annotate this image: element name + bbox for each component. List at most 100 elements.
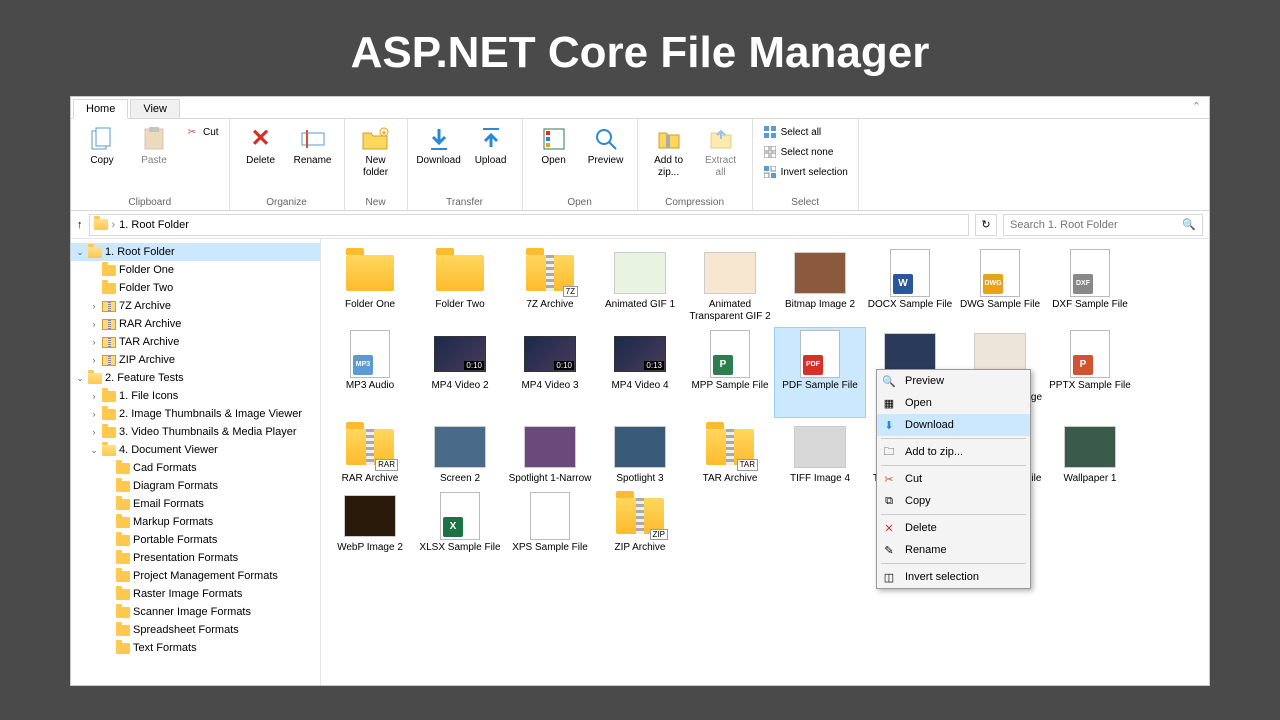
ctx-delete[interactable]: ✕Delete [877, 517, 1030, 539]
collapse-ribbon-icon[interactable]: ⌃ [1192, 100, 1201, 113]
tree-node[interactable]: Text Formats [71, 639, 320, 657]
cut-button[interactable]: ✂ Cut [181, 123, 223, 141]
ctx-cut[interactable]: ✂Cut [877, 468, 1030, 490]
expand-icon[interactable]: ⌄ [89, 445, 99, 456]
file-name: Folder Two [435, 299, 484, 311]
file-item[interactable]: 7Z7Z Archive [505, 247, 595, 324]
file-grid: Folder OneFolder Two7Z7Z ArchiveAnimated… [321, 239, 1209, 685]
tree-node[interactable]: Email Formats [71, 495, 320, 513]
tree-node[interactable]: Raster Image Formats [71, 585, 320, 603]
file-item[interactable]: MP3MP3 Audio [325, 328, 415, 417]
tree-node[interactable]: Markup Formats [71, 513, 320, 531]
file-item[interactable]: TIFF Image 4 [775, 421, 865, 487]
tree-node[interactable]: ›ZIP Archive [71, 351, 320, 369]
expand-icon[interactable]: › [89, 427, 99, 437]
expand-icon[interactable]: › [89, 337, 99, 347]
select-none-button[interactable]: Select none [759, 143, 852, 161]
tree-node[interactable]: ⌄4. Document Viewer [71, 441, 320, 459]
ctx-copy[interactable]: ⧉Copy [877, 490, 1030, 512]
tree-node[interactable]: Presentation Formats [71, 549, 320, 567]
tree-label: Text Formats [133, 642, 197, 654]
file-item[interactable]: Animated GIF 1 [595, 247, 685, 324]
tree-node[interactable]: ⌄1. Root Folder [71, 243, 320, 261]
tree-node[interactable]: Portable Formats [71, 531, 320, 549]
file-item[interactable]: Spotlight 1-Narrow [505, 421, 595, 487]
tree-node[interactable]: Scanner Image Formats [71, 603, 320, 621]
file-item[interactable]: Folder One [325, 247, 415, 324]
folder-icon [88, 373, 102, 384]
ctx-preview[interactable]: 🔍Preview [877, 370, 1030, 392]
file-item[interactable]: PDFPDF Sample File [775, 328, 865, 417]
upload-button[interactable]: Upload [466, 123, 516, 169]
rename-button[interactable]: Rename [288, 123, 338, 169]
expand-icon[interactable]: ⌄ [75, 373, 85, 384]
ctx-open[interactable]: ▦Open [877, 392, 1030, 414]
ctx-invert[interactable]: ◫Invert selection [877, 566, 1030, 588]
file-item[interactable]: PPPTX Sample File [1045, 328, 1135, 417]
nav-up-icon[interactable]: ↑ [77, 219, 83, 231]
file-item[interactable]: ZIPZIP Archive [595, 490, 685, 556]
file-item[interactable]: Folder Two [415, 247, 505, 324]
select-all-button[interactable]: Select all [759, 123, 852, 141]
delete-button[interactable]: ✕ Delete [236, 123, 286, 169]
expand-icon[interactable]: › [89, 391, 99, 401]
file-item[interactable]: XPS Sample File [505, 490, 595, 556]
tab-view[interactable]: View [130, 99, 180, 118]
file-item[interactable]: RARRAR Archive [325, 421, 415, 487]
expand-icon[interactable]: › [89, 355, 99, 365]
tree-node[interactable]: ›2. Image Thumbnails & Image Viewer [71, 405, 320, 423]
file-item[interactable]: DWGDWG Sample File [955, 247, 1045, 324]
file-item[interactable]: WebP Image 2 [325, 490, 415, 556]
tab-home[interactable]: Home [73, 99, 128, 119]
file-item[interactable]: DXFDXF Sample File [1045, 247, 1135, 324]
tree-node[interactable]: ›TAR Archive [71, 333, 320, 351]
paste-button[interactable]: Paste [129, 123, 179, 169]
invert-selection-button[interactable]: Invert selection [759, 163, 852, 181]
file-thumbnail: 0:13 [612, 330, 668, 378]
file-item[interactable]: PMPP Sample File [685, 328, 775, 417]
file-item[interactable]: 0:13MP4 Video 4 [595, 328, 685, 417]
new-folder-button[interactable]: ★ New folder [351, 123, 401, 180]
file-thumbnail [792, 423, 848, 471]
expand-icon[interactable]: › [89, 301, 99, 311]
tree-node[interactable]: ›7Z Archive [71, 297, 320, 315]
tree-node[interactable]: Folder Two [71, 279, 320, 297]
preview-button[interactable]: Preview [581, 123, 631, 169]
add-to-zip-button[interactable]: Add to zip... [644, 123, 694, 180]
ctx-rename[interactable]: ✎Rename [877, 539, 1030, 561]
expand-icon[interactable]: › [89, 409, 99, 419]
extract-all-button[interactable]: Extract all [696, 123, 746, 180]
file-item[interactable]: Wallpaper 1 [1045, 421, 1135, 487]
tree-node[interactable]: ›3. Video Thumbnails & Media Player [71, 423, 320, 441]
expand-icon[interactable]: › [89, 319, 99, 329]
file-item[interactable]: WDOCX Sample File [865, 247, 955, 324]
refresh-button[interactable]: ↻ [975, 214, 997, 236]
tree-node[interactable]: Diagram Formats [71, 477, 320, 495]
tree-node[interactable]: Folder One [71, 261, 320, 279]
tree-node[interactable]: Spreadsheet Formats [71, 621, 320, 639]
ctx-add-zip[interactable]: 🗀Add to zip... [877, 441, 1030, 463]
tree-node[interactable]: ⌄2. Feature Tests [71, 369, 320, 387]
tree-node[interactable]: ›1. File Icons [71, 387, 320, 405]
tree-node[interactable]: Cad Formats [71, 459, 320, 477]
open-button[interactable]: Open [529, 123, 579, 169]
folder-icon [116, 625, 130, 636]
file-item[interactable]: Spotlight 3 [595, 421, 685, 487]
download-button[interactable]: Download [414, 123, 464, 169]
file-item[interactable]: XXLSX Sample File [415, 490, 505, 556]
file-item[interactable]: Bitmap Image 2 [775, 247, 865, 324]
invert-icon [763, 165, 777, 179]
search-input[interactable] [1010, 219, 1182, 231]
tree-node[interactable]: Project Management Formats [71, 567, 320, 585]
file-item[interactable]: Animated Transparent GIF 2 [685, 247, 775, 324]
file-item[interactable]: Screen 2 [415, 421, 505, 487]
breadcrumb-path[interactable]: › 1. Root Folder [89, 214, 970, 236]
file-item[interactable]: 0:10MP4 Video 2 [415, 328, 505, 417]
file-item[interactable]: 0:10MP4 Video 3 [505, 328, 595, 417]
copy-button[interactable]: Copy [77, 123, 127, 169]
search-box[interactable]: 🔍 [1003, 214, 1203, 236]
ctx-download[interactable]: ⬇Download [877, 414, 1030, 436]
tree-node[interactable]: ›RAR Archive [71, 315, 320, 333]
file-item[interactable]: TARTAR Archive [685, 421, 775, 487]
expand-icon[interactable]: ⌄ [75, 247, 85, 258]
